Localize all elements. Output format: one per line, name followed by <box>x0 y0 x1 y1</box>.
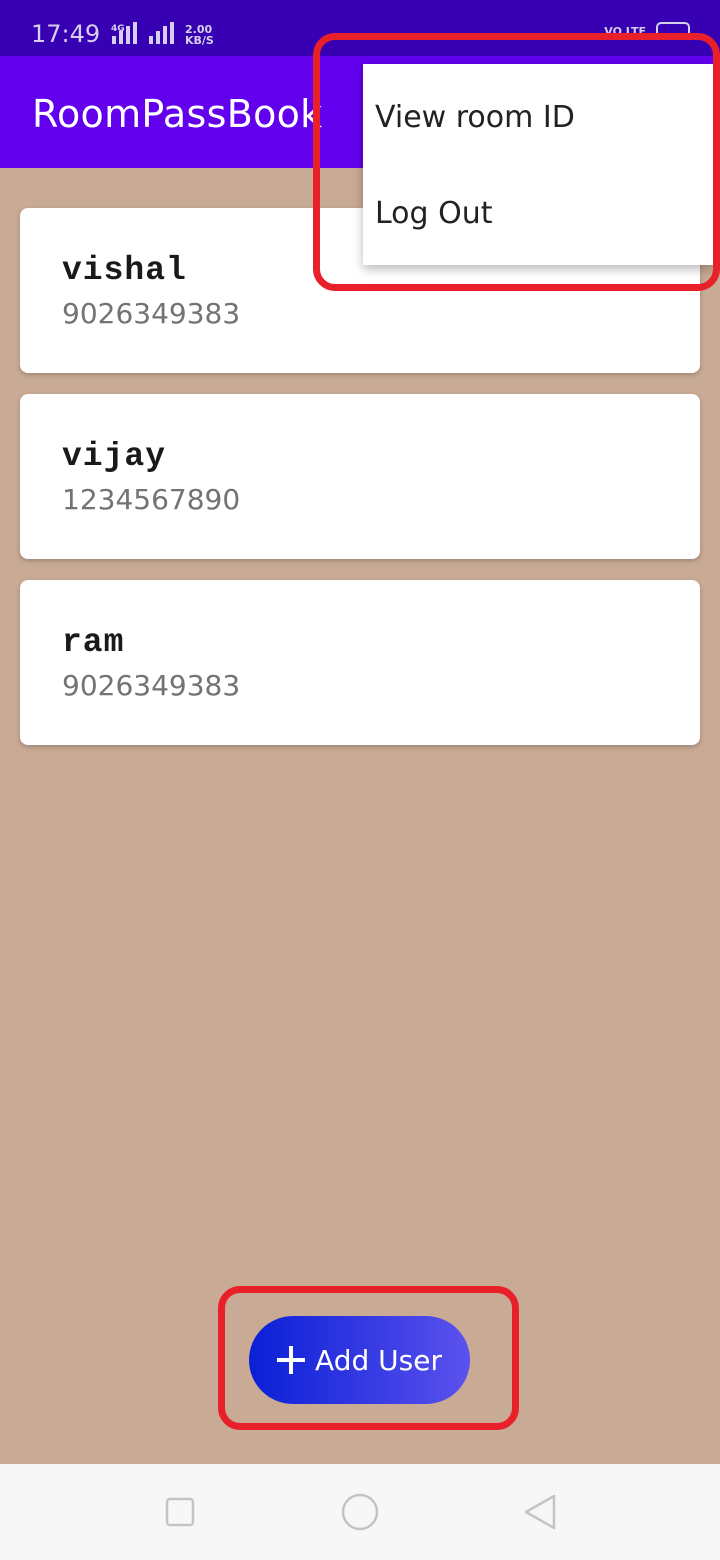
app-title: RoomPassBook <box>32 92 323 136</box>
user-phone: 9026349383 <box>62 297 241 330</box>
signal-icon <box>149 22 174 44</box>
menu-highlight-box <box>313 33 720 291</box>
net-speed: 2.00 KB/S <box>185 24 214 46</box>
recents-square-icon[interactable] <box>156 1492 204 1534</box>
user-phone: 9026349383 <box>62 669 241 702</box>
system-nav-bar <box>0 1464 720 1560</box>
net-speed-unit: KB/S <box>185 34 214 47</box>
add-user-label: Add User <box>315 1343 442 1377</box>
user-card[interactable]: ram 9026349383 <box>20 580 700 745</box>
user-phone: 1234567890 <box>62 483 241 516</box>
status-time: 17:49 <box>31 20 101 48</box>
signal-icon <box>112 22 137 44</box>
plus-icon <box>277 1346 306 1374</box>
home-circle-icon[interactable] <box>336 1492 384 1534</box>
user-name: ram <box>62 624 125 661</box>
back-triangle-icon[interactable] <box>516 1492 564 1534</box>
user-name: vishal <box>62 252 187 289</box>
user-card[interactable]: vijay 1234567890 <box>20 394 700 559</box>
add-user-button[interactable]: Add User <box>249 1316 470 1404</box>
user-name: vijay <box>62 438 167 475</box>
